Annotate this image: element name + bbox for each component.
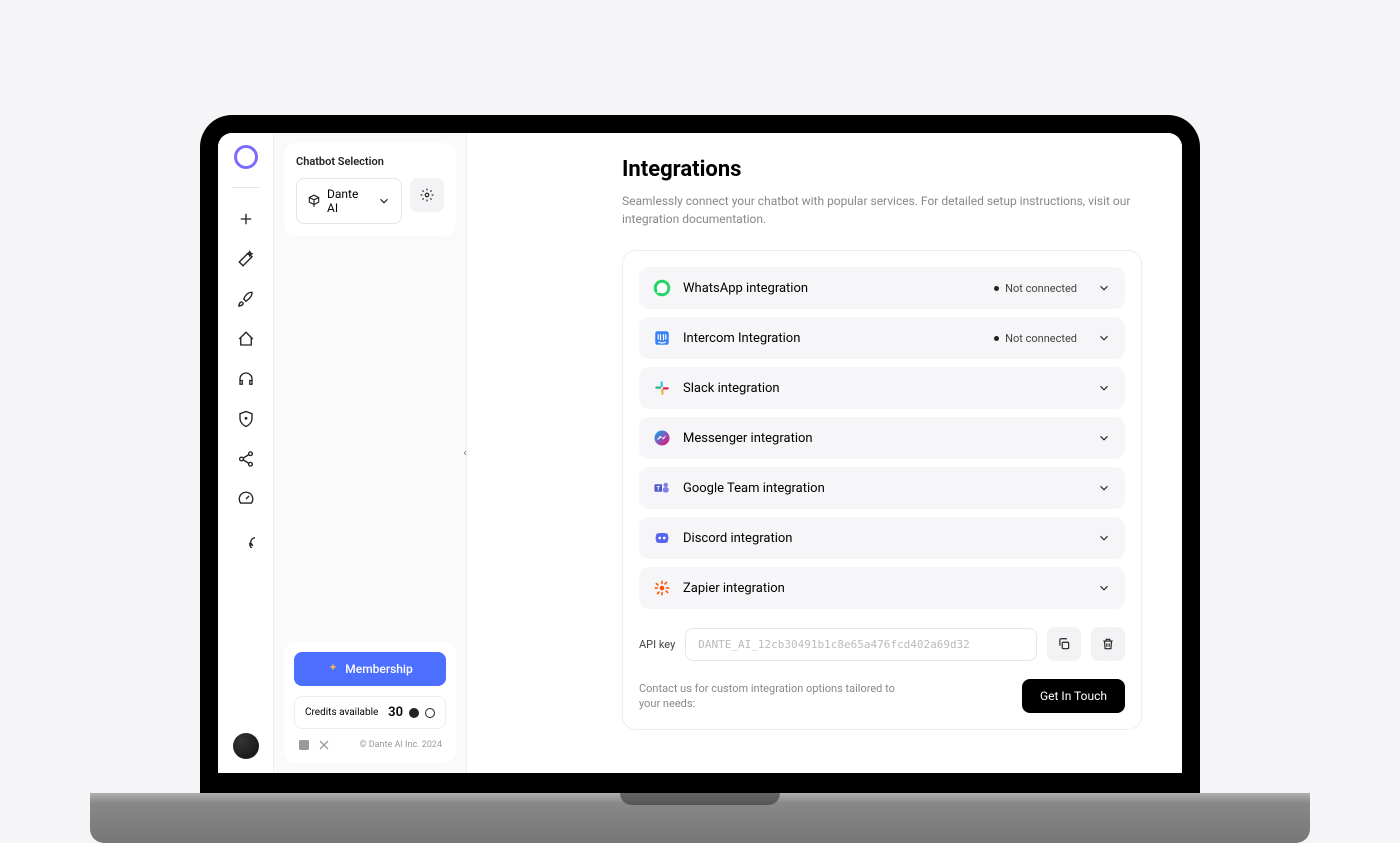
trash-icon — [1101, 637, 1115, 651]
nav-security[interactable] — [229, 402, 263, 436]
chevron-down-icon — [1097, 281, 1111, 295]
zapier-icon — [653, 579, 671, 597]
side-panel: Chatbot Selection Dante AI — [274, 133, 466, 773]
logo-icon — [234, 145, 258, 169]
credits-value: 30 — [388, 705, 403, 720]
nav-rocket[interactable] — [229, 282, 263, 316]
api-key-label: API key — [639, 638, 675, 651]
wand-icon — [237, 250, 255, 268]
share-icon — [237, 450, 255, 468]
teams-icon: T — [653, 479, 671, 497]
chatbot-selection-card: Chatbot Selection Dante AI — [284, 143, 456, 236]
integration-name: Slack integration — [683, 381, 1077, 396]
chatbot-name: Dante AI — [327, 187, 371, 215]
integration-item-teams[interactable]: T Google Team integration — [639, 467, 1125, 509]
collapse-sidebar-button[interactable]: ‹ — [458, 441, 472, 465]
chevron-down-icon — [1097, 531, 1111, 545]
nav-share[interactable] — [229, 442, 263, 476]
laptop-base — [90, 793, 1310, 843]
headphones-icon — [237, 370, 255, 388]
rocket-icon — [237, 290, 255, 308]
linkedin-icon[interactable] — [298, 739, 310, 751]
chevron-down-icon — [1097, 581, 1111, 595]
chevron-down-icon — [377, 194, 391, 208]
chat-icon — [237, 530, 255, 548]
nav-support[interactable] — [229, 362, 263, 396]
nav-magic[interactable] — [229, 242, 263, 276]
integration-name: Zapier integration — [683, 581, 1077, 596]
integration-item-slack[interactable]: Slack integration — [639, 367, 1125, 409]
discord-icon — [653, 529, 671, 547]
whatsapp-icon — [653, 279, 671, 297]
integration-item-discord[interactable]: Discord integration — [639, 517, 1125, 559]
chevron-down-icon — [1097, 481, 1111, 495]
gauge-icon — [237, 490, 255, 508]
svg-text:T: T — [656, 485, 660, 492]
messenger-icon — [653, 429, 671, 447]
contact-text: Contact us for custom integration option… — [639, 681, 899, 712]
integration-item-whatsapp[interactable]: WhatsApp integration Not connected — [639, 267, 1125, 309]
chatbot-settings-button[interactable] — [410, 178, 444, 212]
integration-item-intercom[interactable]: Intercom Integration Not connected — [639, 317, 1125, 359]
integration-item-messenger[interactable]: Messenger integration — [639, 417, 1125, 459]
integration-name: WhatsApp integration — [683, 281, 982, 296]
integration-name: Discord integration — [683, 531, 1077, 546]
chatbot-selector[interactable]: Dante AI — [296, 178, 402, 224]
nav-home[interactable] — [229, 322, 263, 356]
sidebar-bottom: Membership Credits available 30 © Da — [284, 642, 456, 763]
integration-status: Not connected — [994, 332, 1077, 345]
nav-dashboard[interactable] — [229, 482, 263, 516]
nav-new[interactable] — [229, 202, 263, 236]
nav-icon-bar — [218, 133, 274, 773]
get-in-touch-button[interactable]: Get In Touch — [1022, 679, 1125, 713]
api-key-input[interactable]: DANTE_AI_12cb30491b1c8e65a476fcd402a69d3… — [685, 628, 1037, 661]
page-subtitle: Seamlessly connect your chatbot with pop… — [622, 192, 1142, 228]
credits-label: Credits available — [305, 707, 378, 718]
sparkle-icon — [327, 663, 339, 675]
membership-button[interactable]: Membership — [294, 652, 446, 686]
credits-card: Credits available 30 — [294, 696, 446, 729]
footer: © Dante AI Inc. 2024 — [294, 737, 446, 753]
cube-icon — [307, 194, 321, 208]
contact-row: Contact us for custom integration option… — [639, 679, 1125, 713]
main-content: Integrations Seamlessly connect your cha… — [466, 133, 1182, 773]
gear-icon — [420, 188, 434, 202]
chatbot-selection-label: Chatbot Selection — [296, 155, 444, 168]
integrations-card: WhatsApp integration Not connected Inter… — [622, 250, 1142, 730]
integration-name: Google Team integration — [683, 481, 1077, 496]
delete-api-key-button[interactable] — [1091, 627, 1125, 661]
x-icon[interactable] — [318, 739, 330, 751]
slack-icon — [653, 379, 671, 397]
copy-api-key-button[interactable] — [1047, 627, 1081, 661]
shield-icon — [237, 410, 255, 428]
laptop-notch — [650, 115, 750, 133]
page-title: Integrations — [622, 157, 1142, 182]
copy-icon — [1057, 637, 1071, 651]
integration-name: Intercom Integration — [683, 331, 982, 346]
integration-status: Not connected — [994, 282, 1077, 295]
integration-name: Messenger integration — [683, 431, 1077, 446]
membership-label: Membership — [345, 662, 412, 676]
chevron-down-icon — [1097, 431, 1111, 445]
home-icon — [237, 330, 255, 348]
integration-item-zapier[interactable]: Zapier integration — [639, 567, 1125, 609]
chevron-down-icon — [1097, 331, 1111, 345]
intercom-icon — [653, 329, 671, 347]
credits-dot-1[interactable] — [409, 708, 419, 718]
chevron-down-icon — [1097, 381, 1111, 395]
laptop-frame: Chatbot Selection Dante AI — [200, 115, 1200, 800]
nav-chat[interactable] — [229, 522, 263, 556]
api-key-row: API key DANTE_AI_12cb30491b1c8e65a476fcd… — [639, 627, 1125, 661]
user-avatar[interactable] — [233, 733, 259, 759]
credits-dot-2[interactable] — [425, 708, 435, 718]
copyright: © Dante AI Inc. 2024 — [359, 740, 442, 750]
plus-icon — [237, 210, 255, 228]
